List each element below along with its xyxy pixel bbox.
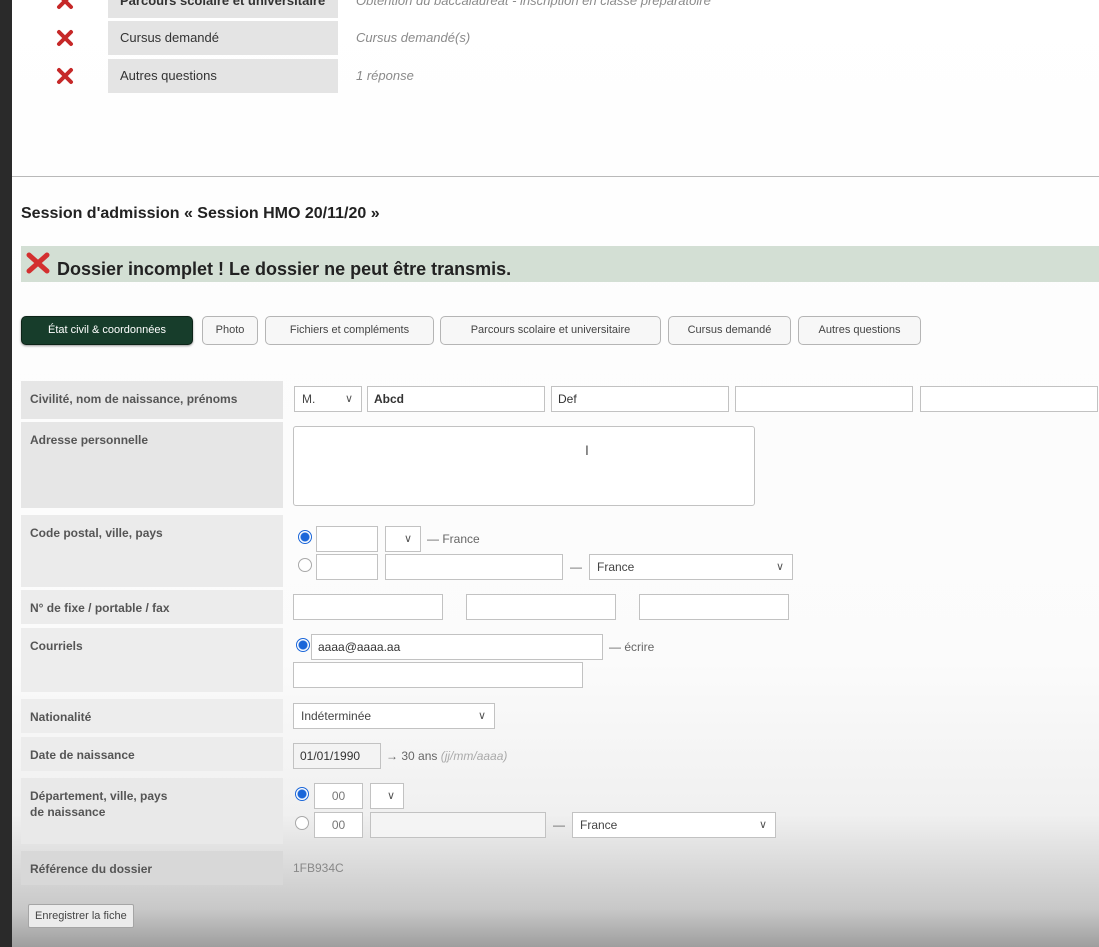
phones-label: N° de fixe / portable / fax xyxy=(21,590,283,624)
postal-country-select[interactable]: France ∨ xyxy=(589,554,793,580)
postal-country-value: France xyxy=(597,560,635,574)
birthplace-country-select[interactable]: France ∨ xyxy=(572,812,776,838)
birthdate-age-value: → 30 ans xyxy=(386,749,438,763)
birthdate-age: → 30 ans (jj/mm/aaaa) xyxy=(386,746,507,766)
civility-select[interactable]: M. ∨ xyxy=(294,386,362,412)
email-secondary-input[interactable] xyxy=(293,662,583,688)
civility-value: M. xyxy=(302,392,316,406)
email-primary-input[interactable]: aaaa@aaaa.aa xyxy=(311,634,603,660)
chevron-down-icon: ∨ xyxy=(477,710,486,722)
birthplace-abroad-city-input[interactable] xyxy=(370,812,546,838)
email-write-link[interactable]: — écrire xyxy=(609,637,654,657)
birthplace-label-line1: Département, ville, pays xyxy=(30,789,168,803)
reference-value: 1FB934C xyxy=(293,861,344,875)
birthdate-format-hint: (jj/mm/aaaa) xyxy=(440,749,508,763)
incomplete-banner: Dossier incomplet ! Le dossier ne peut ê… xyxy=(21,246,1099,282)
address-label: Adresse personnelle xyxy=(21,422,283,508)
tab-autres-questions[interactable]: Autres questions xyxy=(798,316,921,345)
phone-fixe-input[interactable] xyxy=(293,594,443,620)
postal-dash: — xyxy=(570,560,582,574)
tab-etat-civil[interactable]: État civil & coordonnées xyxy=(21,316,193,345)
nationality-label: Nationalité xyxy=(21,699,283,733)
tab-fichiers[interactable]: Fichiers et compléments xyxy=(265,316,434,345)
postal-label: Code postal, ville, pays xyxy=(21,515,283,587)
birthplace-abroad-radio[interactable] xyxy=(295,816,309,830)
middle-name-input[interactable] xyxy=(735,386,913,412)
birthplace-dash: — xyxy=(553,818,565,832)
section-label: Parcours scolaire et universitaire xyxy=(108,0,338,18)
birthplace-abroad-dept-input[interactable]: 00 xyxy=(314,812,363,838)
save-button[interactable]: Enregistrer la fiche xyxy=(28,904,134,928)
reference-label: Référence du dossier xyxy=(21,851,283,885)
section-value: Cursus demandé(s) xyxy=(356,30,471,45)
incomplete-message: Dossier incomplet ! Le dossier ne peut ê… xyxy=(57,259,512,279)
postal-abroad-code-input[interactable] xyxy=(316,554,378,580)
birthplace-country-value: France xyxy=(580,818,618,832)
phone-portable-input[interactable] xyxy=(466,594,616,620)
section-label: Cursus demandé xyxy=(108,21,338,55)
section-value: Obtention du baccalauréat - inscription … xyxy=(356,0,711,8)
birthplace-label-line2: de naissance xyxy=(30,805,106,819)
email-primary-radio[interactable] xyxy=(296,638,310,652)
postal-france-radio[interactable] xyxy=(298,530,312,544)
emails-label: Courriels xyxy=(21,628,283,692)
birthplace-label: Département, ville, pays de naissance xyxy=(21,778,283,844)
postal-city-select[interactable]: ∨ xyxy=(385,526,421,552)
section-status-row: Autres questions 1 réponse xyxy=(46,59,766,93)
section-label: Autres questions xyxy=(108,59,338,93)
postal-abroad-radio[interactable] xyxy=(298,558,312,572)
birthplace-city-select[interactable]: ∨ xyxy=(370,783,404,809)
section-status-row: Parcours scolaire et universitaire Obten… xyxy=(46,0,766,18)
last-name-input[interactable]: Abcd xyxy=(367,386,545,412)
tab-parcours[interactable]: Parcours scolaire et universitaire xyxy=(440,316,661,345)
incomplete-x-icon xyxy=(57,0,73,9)
session-title: Session d'admission « Session HMO 20/11/… xyxy=(21,205,380,222)
section-value: 1 réponse xyxy=(356,68,414,83)
tab-cursus[interactable]: Cursus demandé xyxy=(668,316,791,345)
incomplete-x-icon xyxy=(57,30,73,46)
section-status-row: Cursus demandé Cursus demandé(s) xyxy=(46,21,766,55)
chevron-down-icon: ∨ xyxy=(403,533,412,545)
tab-photo[interactable]: Photo xyxy=(202,316,258,345)
postal-abroad-city-input[interactable] xyxy=(385,554,563,580)
birthplace-dept-input[interactable]: 00 xyxy=(314,783,363,809)
nationality-value: Indéterminée xyxy=(301,709,372,723)
chevron-down-icon: ∨ xyxy=(758,819,767,831)
incomplete-x-icon xyxy=(26,252,50,274)
birthdate-label: Date de naissance xyxy=(21,737,283,771)
postal-france-suffix: — France xyxy=(427,532,480,546)
birthdate-input[interactable]: 01/01/1990 xyxy=(293,743,381,769)
birthplace-france-radio[interactable] xyxy=(295,787,309,801)
chevron-down-icon: ∨ xyxy=(386,790,395,802)
chevron-down-icon: ∨ xyxy=(775,561,784,573)
phone-fax-input[interactable] xyxy=(639,594,789,620)
application-page: Parcours scolaire et universitaire Obten… xyxy=(12,0,1099,947)
text-cursor-icon: I xyxy=(585,442,589,458)
incomplete-x-icon xyxy=(57,68,73,84)
chevron-down-icon: ∨ xyxy=(344,393,353,405)
nationality-select[interactable]: Indéterminée ∨ xyxy=(293,703,495,729)
section-divider xyxy=(12,176,1099,177)
first-name-input[interactable]: Def xyxy=(551,386,729,412)
postal-code-input[interactable] xyxy=(316,526,378,552)
civility-label: Civilité, nom de naissance, prénoms xyxy=(21,381,283,419)
other-name-input[interactable] xyxy=(920,386,1098,412)
address-textarea[interactable] xyxy=(293,426,755,506)
